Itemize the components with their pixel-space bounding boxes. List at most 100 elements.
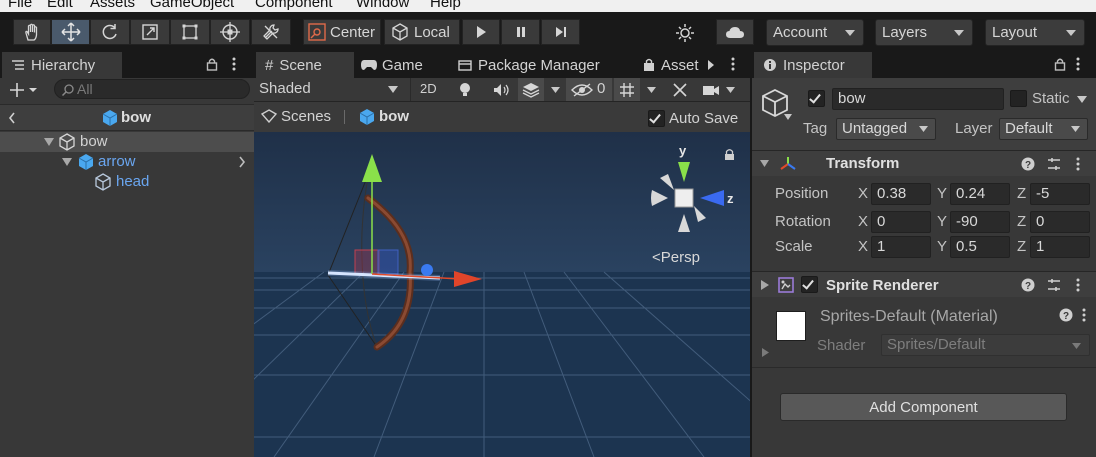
menu-help[interactable]: Help (430, 0, 461, 11)
camera-icon[interactable] (702, 84, 720, 96)
menu-component[interactable]: Component (255, 0, 333, 11)
lock-icon[interactable] (206, 57, 218, 71)
tab-asset-store[interactable]: Asset (643, 52, 699, 78)
rotation-y-field[interactable]: -90 (950, 211, 1010, 233)
hierarchy-row-bow[interactable]: bow (0, 132, 254, 152)
grid-hash-icon: # (265, 56, 274, 74)
scene-visibility-toggle[interactable]: 0 (566, 78, 612, 101)
chevron-down-icon[interactable] (551, 87, 560, 93)
sprite-renderer-enabled-checkbox[interactable] (801, 276, 818, 293)
layout-dropdown[interactable]: Layout (985, 19, 1085, 46)
2d-toggle[interactable]: 2D (410, 78, 446, 101)
chevron-down-icon[interactable] (726, 87, 735, 93)
rotation-z-field[interactable]: 0 (1030, 211, 1090, 233)
more-options-icon[interactable] (231, 56, 237, 72)
menu-gameobject[interactable]: GameObject (150, 0, 234, 11)
hierarchy-search-input[interactable]: All (54, 79, 250, 99)
transform-tool-button[interactable] (210, 19, 250, 45)
perspective-toggle-label[interactable]: <Persp (652, 249, 700, 266)
active-checkbox[interactable] (808, 90, 825, 107)
services-button[interactable] (672, 22, 698, 44)
lock-icon[interactable] (1054, 57, 1066, 71)
scenes-breadcrumb[interactable]: Scenes (281, 108, 331, 125)
effects-toggle[interactable] (518, 78, 544, 101)
foldout-arrow-icon[interactable] (762, 348, 769, 357)
menu-window[interactable]: Window (356, 0, 409, 11)
tools-icon[interactable] (672, 82, 690, 98)
audio-speaker-icon[interactable] (492, 83, 510, 97)
shader-dropdown[interactable]: Sprites/Default (881, 334, 1090, 356)
menu-assets[interactable]: Assets (90, 0, 135, 11)
grid-toggle[interactable] (614, 78, 640, 101)
more-options-icon[interactable] (1075, 156, 1081, 172)
menu-edit[interactable]: Edit (47, 0, 73, 11)
tab-inspector[interactable]: Inspector (754, 52, 872, 78)
layers-dropdown[interactable]: Layers (875, 19, 973, 46)
account-dropdown[interactable]: Account (766, 19, 864, 46)
open-prefab-chevron-icon[interactable] (238, 156, 246, 168)
sprite-renderer-header[interactable]: Sprite Renderer ? (752, 271, 1096, 297)
pause-button[interactable] (501, 19, 540, 45)
scale-tool-button[interactable] (130, 19, 170, 45)
more-options-icon[interactable] (1075, 277, 1081, 293)
scene-viewport[interactable]: y z <Persp (254, 132, 750, 457)
material-preview-swatch[interactable] (776, 311, 806, 341)
object-name-field[interactable]: bow (832, 88, 1004, 110)
rotate-tool-button[interactable] (90, 19, 130, 45)
preset-sliders-icon[interactable] (1046, 156, 1062, 172)
cloud-button[interactable] (716, 19, 754, 45)
scale-z-field[interactable]: 1 (1030, 236, 1090, 258)
object-header: bow Static Tag Untagged Layer Default (752, 78, 1096, 150)
play-button[interactable] (462, 19, 500, 45)
pivot-mode-button[interactable]: Center (303, 19, 381, 45)
chevron-down-icon[interactable] (647, 87, 656, 93)
tab-game[interactable]: Game (360, 52, 423, 78)
tab-package-manager[interactable]: Package Manager (458, 52, 600, 78)
add-component-button[interactable]: Add Component (780, 393, 1067, 421)
chevron-down-icon[interactable] (784, 114, 792, 120)
space-mode-button[interactable]: Local (384, 19, 460, 45)
expand-arrow-icon[interactable] (44, 138, 54, 146)
scale-x-field[interactable]: 1 (871, 236, 931, 258)
layer-value: Default (1005, 120, 1053, 137)
help-icon[interactable]: ? (1021, 157, 1035, 171)
layer-dropdown[interactable]: Default (999, 118, 1088, 140)
tag-dropdown[interactable]: Untagged (836, 118, 936, 140)
scale-y-field[interactable]: 0.5 (950, 236, 1010, 258)
position-x-field[interactable]: 0.38 (871, 183, 931, 205)
position-z-field[interactable]: -5 (1030, 183, 1090, 205)
hand-tool-button[interactable] (13, 19, 51, 45)
move-tool-button[interactable] (51, 19, 90, 45)
lightbulb-icon[interactable] (458, 82, 472, 98)
rect-tool-button[interactable] (170, 19, 210, 45)
list-icon (12, 60, 24, 70)
menu-file[interactable]: File (8, 0, 32, 11)
expand-arrow-icon[interactable] (62, 158, 72, 166)
tab-scene[interactable]: # Scene (256, 52, 354, 78)
help-icon[interactable]: ? (1021, 278, 1035, 292)
position-y-field[interactable]: 0.24 (950, 183, 1010, 205)
hierarchy-row-arrow[interactable]: arrow (0, 152, 254, 172)
auto-save-checkbox[interactable] (648, 110, 665, 127)
preset-sliders-icon[interactable] (1046, 277, 1062, 293)
chevron-down-icon[interactable] (1077, 96, 1087, 103)
hierarchy-row-head[interactable]: head (0, 172, 254, 192)
transform-header[interactable]: Transform ? (752, 150, 1096, 176)
more-options-icon[interactable] (730, 56, 736, 72)
rotation-x-field[interactable]: 0 (871, 211, 931, 233)
more-options-icon[interactable] (1075, 56, 1081, 72)
help-icon[interactable]: ? (1059, 308, 1073, 322)
chevron-down-icon (954, 30, 964, 36)
shading-mode-dropdown[interactable]: Shaded (254, 78, 404, 101)
more-options-icon[interactable] (1081, 307, 1087, 323)
tab-hierarchy[interactable]: Hierarchy (2, 52, 122, 78)
foldout-arrow-icon[interactable] (760, 159, 769, 168)
static-checkbox[interactable] (1010, 90, 1027, 107)
back-chevron-icon[interactable] (8, 112, 16, 124)
unity-scenes-icon[interactable] (261, 109, 277, 123)
step-button[interactable] (541, 19, 580, 45)
create-button[interactable] (8, 80, 42, 100)
tab-overflow-chevron-icon[interactable] (707, 59, 715, 71)
custom-tool-button[interactable] (251, 19, 291, 45)
foldout-arrow-icon[interactable] (761, 280, 769, 290)
